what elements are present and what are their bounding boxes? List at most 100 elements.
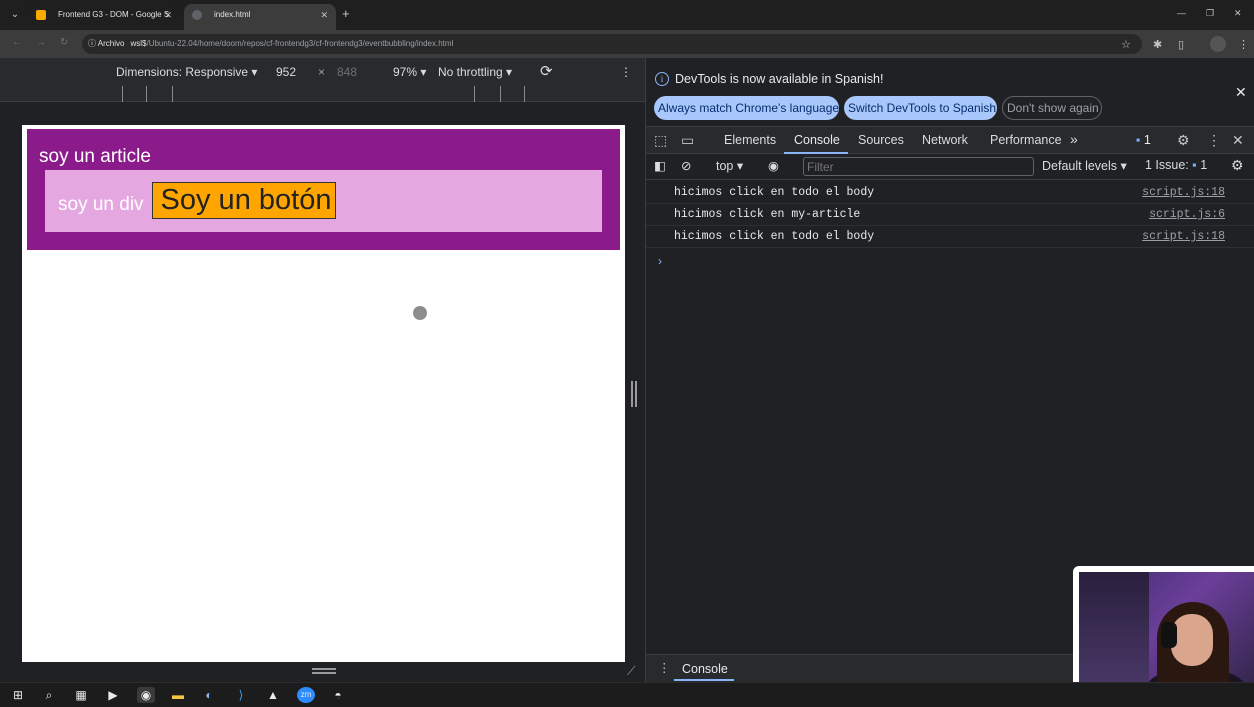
- dimension-separator: ×: [318, 65, 326, 79]
- restore-icon[interactable]: ❐: [1206, 8, 1214, 19]
- close-devtools-icon[interactable]: ✕: [1232, 132, 1244, 149]
- rotate-icon[interactable]: ⟳: [540, 62, 553, 80]
- chip-label: Archivo: [97, 39, 125, 48]
- console-filter-input[interactable]: [803, 157, 1034, 176]
- bookmark-star-icon[interactable]: ☆: [1121, 38, 1131, 51]
- close-window-icon[interactable]: ✕: [1234, 8, 1242, 19]
- drawer-active-indicator: [674, 679, 734, 681]
- dimensions-select[interactable]: Dimensions: Responsive ▾: [116, 65, 257, 79]
- file-explorer-icon[interactable]: ▬: [169, 687, 187, 703]
- side-panel-icon[interactable]: ▯: [1178, 38, 1184, 51]
- log-levels-select[interactable]: Default levels ▾: [1042, 158, 1127, 173]
- div-text: soy un div: [58, 194, 144, 215]
- infobar-close-icon[interactable]: ✕: [1235, 84, 1247, 101]
- tab-search-icon[interactable]: ⌄: [6, 7, 24, 23]
- live-expression-eye-icon[interactable]: ◉: [768, 158, 779, 173]
- device-toolbar-toggle-icon[interactable]: ▭: [681, 132, 694, 149]
- my-article[interactable]: soy un article soy un div Soy un botón: [27, 129, 620, 250]
- resize-handle-bottom[interactable]: [312, 668, 336, 674]
- issues-count: 1: [1200, 158, 1208, 172]
- always-match-language-button[interactable]: Always match Chrome's language: [654, 96, 839, 120]
- more-tabs-icon[interactable]: »: [1070, 131, 1078, 147]
- infobar-message: DevTools is now available in Spanish!: [675, 72, 884, 86]
- tab-close-icon[interactable]: ✕: [320, 4, 328, 26]
- paint-icon[interactable]: ◓: [329, 687, 347, 703]
- width-input[interactable]: 952: [276, 65, 296, 79]
- omnibox[interactable]: ⓘ Archivo wsl$/Ubuntu-22.04/home/doom/rep…: [82, 34, 1142, 54]
- settings-gear-icon[interactable]: ⚙: [1177, 132, 1190, 149]
- height-input[interactable]: 848: [337, 65, 357, 79]
- reload-icon[interactable]: ↻: [60, 37, 68, 48]
- new-tab-icon[interactable]: +: [342, 6, 350, 21]
- zoom-icon[interactable]: zm: [297, 687, 315, 703]
- extensions-icon[interactable]: ✱: [1153, 38, 1162, 51]
- throttling-select[interactable]: No throttling ▾: [438, 65, 512, 79]
- dont-show-again-button[interactable]: Don't show again: [1002, 96, 1102, 120]
- steam-icon[interactable]: ◐: [200, 687, 218, 703]
- media-query-ruler[interactable]: [0, 86, 645, 102]
- file-favicon-icon: [192, 10, 202, 20]
- context-selector[interactable]: top ▾: [716, 158, 743, 173]
- console-message: hicimos click en todo el body script.js:…: [646, 226, 1254, 248]
- emulated-page[interactable]: soy un article soy un div Soy un botón: [22, 125, 625, 662]
- tab-frontend-g3[interactable]: Frontend G3 - DOM - Google S ✕: [28, 4, 180, 30]
- search-icon[interactable]: ⌕: [40, 687, 58, 703]
- profile-avatar[interactable]: [1210, 36, 1226, 52]
- my-button[interactable]: Soy un botón: [152, 182, 336, 219]
- linux-terminal-icon[interactable]: ▲: [264, 687, 282, 703]
- browser-menu-icon[interactable]: ⋮: [1238, 38, 1249, 51]
- log-text: hicimos click en todo el body: [674, 230, 875, 243]
- tab-console[interactable]: Console: [794, 133, 840, 147]
- console-prompt[interactable]: ›: [658, 254, 662, 268]
- clear-console-icon[interactable]: ⊘: [681, 158, 691, 173]
- file-info-chip[interactable]: ⓘ Archivo: [88, 34, 124, 54]
- my-div[interactable]: soy un div Soy un botón: [45, 170, 602, 232]
- devtools-tabbar: ⬚ ▭ Elements Console Sources Network Per…: [646, 126, 1254, 154]
- device-toolbar: Dimensions: Responsive ▾ 952 × 848 97% ▾…: [0, 58, 645, 86]
- tab-performance[interactable]: Performance: [990, 133, 1062, 147]
- tab-close-icon[interactable]: ✕: [164, 4, 172, 26]
- issues-counter[interactable]: 1 Issue: ▪ 1: [1145, 158, 1207, 172]
- zoom-select[interactable]: 97% ▾: [393, 65, 426, 79]
- issues-badge-count: 1: [1143, 133, 1151, 147]
- tab-sources[interactable]: Sources: [858, 133, 904, 147]
- tab-network[interactable]: Network: [922, 133, 968, 147]
- issues-label: 1 Issue:: [1145, 158, 1189, 172]
- article-text: soy un article: [39, 146, 151, 167]
- forward-icon[interactable]: →: [36, 37, 46, 48]
- log-source-link[interactable]: script.js:18: [1142, 182, 1225, 204]
- language-infobar: i DevTools is now available in Spanish! …: [646, 58, 1254, 126]
- media-player-icon[interactable]: ▶: [104, 687, 122, 703]
- context-label: top: [716, 159, 734, 173]
- console-message: hicimos click en todo el body script.js:…: [646, 182, 1254, 204]
- console-toolbar: ◧ ⊘ top ▾ ◉ Default levels ▾ 1 Issue: ▪ …: [646, 154, 1254, 180]
- minimize-icon[interactable]: —: [1177, 8, 1186, 18]
- windows-start-icon[interactable]: ⊞: [9, 687, 27, 703]
- task-view-icon[interactable]: ▦: [72, 687, 90, 703]
- drawer-menu-icon[interactable]: ⋮: [658, 660, 671, 675]
- sidebar-toggle-icon[interactable]: ◧: [654, 158, 666, 173]
- log-text: hicimos click en todo el body: [674, 186, 875, 199]
- inspect-element-icon[interactable]: ⬚: [654, 132, 667, 149]
- url-path: /Ubuntu-22.04/home/doom/repos/cf-fronten…: [146, 39, 454, 48]
- resize-handle-corner[interactable]: ⟋: [627, 664, 635, 679]
- screen: ⌄ Frontend G3 - DOM - Google S ✕ index.h…: [0, 0, 1254, 707]
- log-source-link[interactable]: script.js:18: [1142, 226, 1225, 248]
- tab-index-html[interactable]: index.html ✕: [184, 4, 336, 30]
- touch-cursor: [413, 306, 427, 320]
- resize-handle-right[interactable]: [631, 381, 637, 407]
- back-icon[interactable]: ←: [12, 37, 22, 48]
- vscode-icon[interactable]: ⟩: [232, 687, 250, 703]
- devtools-menu-icon[interactable]: ⋮: [1207, 132, 1221, 149]
- chrome-icon[interactable]: ◉: [137, 687, 155, 703]
- url-host: wsl$: [130, 39, 147, 48]
- console-settings-icon[interactable]: ⚙: [1231, 157, 1244, 174]
- switch-to-spanish-button[interactable]: Switch DevTools to Spanish: [844, 96, 997, 120]
- drawer-tab-console[interactable]: Console: [682, 662, 728, 676]
- tab-title: Frontend G3 - DOM - Google S: [58, 10, 170, 19]
- issues-badge[interactable]: ▪ 1: [1136, 133, 1151, 147]
- device-toolbar-menu-icon[interactable]: ⋮: [620, 65, 632, 79]
- log-source-link[interactable]: script.js:6: [1149, 204, 1225, 226]
- browser-tabstrip: ⌄ Frontend G3 - DOM - Google S ✕ index.h…: [0, 0, 1254, 30]
- tab-elements[interactable]: Elements: [724, 133, 776, 147]
